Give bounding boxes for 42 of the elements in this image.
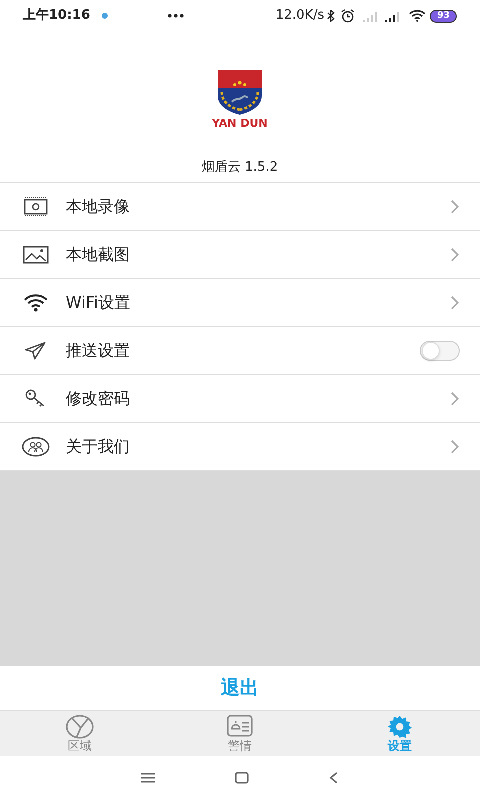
logo-text: YAN DUN: [212, 117, 268, 131]
menu-label: WiFi设置: [66, 292, 130, 314]
chevron-right-icon: [451, 248, 460, 262]
menu-label: 本地截图: [66, 244, 130, 266]
paper-plane-icon: [25, 342, 47, 360]
alarm-clock-icon: [341, 9, 356, 23]
menu-item[interactable]: WiFi设置: [0, 279, 480, 327]
menu-label: 关于我们: [66, 436, 130, 458]
toggle-switch[interactable]: [420, 340, 460, 360]
network-speed: 12.0K/s: [276, 7, 324, 26]
bluetooth-icon: [327, 10, 336, 22]
wifi-icon: [24, 294, 48, 312]
home-icon[interactable]: [235, 772, 249, 784]
pie-chart-icon: [65, 714, 95, 738]
menu-icon[interactable]: [141, 773, 155, 783]
menu-item[interactable]: 推送设置: [0, 327, 480, 375]
wifi-icon: [409, 10, 426, 22]
signal-icon: [385, 10, 402, 22]
signal-icon: [363, 10, 380, 22]
shield-logo-icon: [216, 68, 264, 116]
menu-label: 本地录像: [66, 196, 130, 218]
menu-item[interactable]: 本地录像: [0, 183, 480, 231]
key-icon: [25, 388, 47, 408]
notification-icon: [102, 13, 108, 19]
back-icon[interactable]: [329, 772, 339, 784]
menu-item[interactable]: 本地截图: [0, 231, 480, 279]
chevron-right-icon: [451, 440, 460, 454]
people-icon: [22, 436, 50, 456]
chevron-right-icon: [451, 200, 460, 214]
image-icon: [23, 244, 49, 264]
more-icon: [168, 14, 184, 18]
status-time: 上午10:16: [23, 7, 90, 26]
video-icon: [23, 196, 49, 216]
settings-icon: [387, 714, 413, 738]
chevron-right-icon: [451, 392, 460, 406]
alarm-report-icon: [227, 714, 253, 738]
battery-indicator: 93: [430, 10, 457, 22]
chevron-right-icon: [451, 296, 460, 310]
menu-label: 推送设置: [66, 340, 130, 362]
app-title: 烟盾云 1.5.2: [202, 159, 278, 177]
menu-label: 修改密码: [66, 388, 130, 410]
menu-item[interactable]: 修改密码: [0, 375, 480, 423]
